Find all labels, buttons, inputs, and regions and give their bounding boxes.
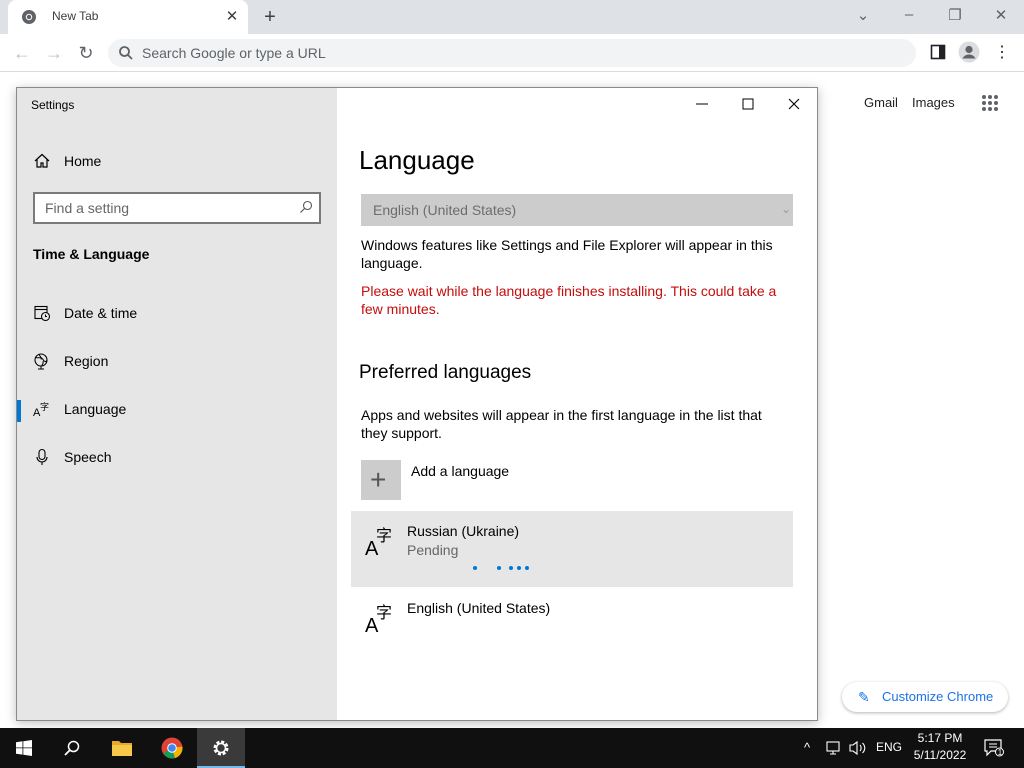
- tab-search-chevron-icon[interactable]: ⌄: [853, 6, 873, 24]
- sidebar-item-label: Home: [64, 153, 102, 169]
- images-link[interactable]: Images: [912, 95, 955, 110]
- language-icon: A 字: [365, 603, 392, 634]
- section-title: Time & Language: [33, 246, 150, 262]
- tab-strip: New Tab ✕ + ⌄ – ❐ ✕: [0, 0, 1024, 34]
- gear-icon: [213, 740, 229, 756]
- back-arrow-icon[interactable]: ←: [11, 42, 33, 64]
- windows-logo-icon: [16, 740, 32, 756]
- clock-time: 5:17 PM: [917, 731, 963, 745]
- installing-warning: Please wait while the language finishes …: [361, 283, 777, 317]
- restore-icon[interactable]: ❐: [945, 6, 965, 24]
- sidebar-item-label: Speech: [64, 449, 112, 465]
- language-item-russian[interactable]: A 字 Russian (Ukraine) Pending: [351, 511, 793, 587]
- progress-dot: [509, 566, 513, 570]
- customize-chrome-button[interactable]: ✎ Customize Chrome: [842, 682, 1008, 712]
- language-name: English (United States): [407, 600, 551, 616]
- tab-title: New Tab: [52, 9, 99, 23]
- notification-count: 1: [997, 748, 1003, 757]
- language-item-english[interactable]: A 字 English (United States): [351, 588, 793, 664]
- pencil-icon: ✎: [858, 689, 870, 705]
- search-button[interactable]: [48, 728, 96, 768]
- add-language-button[interactable]: + Add a language: [361, 460, 621, 500]
- sidebar-item-label: Date & time: [64, 305, 138, 321]
- chrome-taskbar-button[interactable]: [148, 728, 196, 768]
- maximize-icon[interactable]: [740, 96, 756, 112]
- tab-new-tab[interactable]: New Tab ✕: [8, 0, 248, 34]
- dropdown-value: English (United States): [373, 202, 517, 218]
- minimize-icon[interactable]: –: [899, 6, 919, 23]
- close-icon[interactable]: [786, 96, 802, 112]
- taskbar-clock[interactable]: 5:17 PM 5/11/2022: [912, 730, 968, 764]
- browser-toolbar: ← → ↻ Search Google or type a URL ⋮: [0, 34, 1024, 72]
- close-window-icon[interactable]: ✕: [991, 6, 1011, 24]
- folder-icon: [112, 741, 132, 756]
- svg-text:字: 字: [376, 526, 392, 545]
- sidebar-item-label: Language: [64, 401, 127, 417]
- sidebar-item-label: Region: [64, 353, 109, 369]
- language-icon: A 字: [365, 526, 392, 557]
- find-setting-input[interactable]: Find a setting: [33, 192, 321, 224]
- side-panel-icon[interactable]: [930, 44, 946, 60]
- sidebar-item-language[interactable]: A 字 Language: [17, 390, 337, 430]
- sidebar-item-speech[interactable]: Speech: [17, 438, 337, 478]
- clock-date: 5/11/2022: [913, 748, 967, 762]
- omnibox-placeholder: Search Google or type a URL: [142, 45, 326, 61]
- language-icon: A 字: [33, 401, 49, 418]
- input-language-indicator[interactable]: ENG: [876, 740, 902, 754]
- preferred-languages-description: Apps and websites will appear in the fir…: [361, 407, 762, 441]
- settings-content: Language English (United States) ⌄ Windo…: [337, 88, 817, 720]
- start-button[interactable]: [0, 728, 48, 768]
- omnibox[interactable]: Search Google or type a URL: [108, 39, 916, 67]
- sidebar-item-home[interactable]: Home: [17, 142, 337, 182]
- home-icon: [34, 153, 50, 168]
- sidebar-item-date-time[interactable]: Date & time: [17, 294, 337, 334]
- page-title: Language: [359, 145, 475, 175]
- file-explorer-button[interactable]: [98, 728, 146, 768]
- search-icon: [119, 46, 133, 60]
- chevron-up-icon[interactable]: ^: [804, 740, 810, 755]
- progress-dot: [525, 566, 529, 570]
- progress-dot: [497, 566, 501, 570]
- add-language-label: Add a language: [411, 463, 510, 479]
- network-icon[interactable]: [826, 740, 842, 756]
- calendar-clock-icon: [34, 305, 51, 322]
- minimize-icon[interactable]: [694, 96, 710, 112]
- language-status: Pending: [407, 542, 459, 558]
- search-icon: [64, 740, 80, 756]
- preferred-languages-heading: Preferred languages: [359, 362, 532, 383]
- search-placeholder: Find a setting: [45, 200, 130, 216]
- reload-icon[interactable]: ↻: [75, 42, 97, 64]
- settings-window: Settings Home Find a setting Time & Lang…: [16, 87, 818, 721]
- chevron-down-icon: ⌄: [780, 202, 791, 216]
- plus-icon[interactable]: +: [260, 6, 280, 29]
- globe-icon: [34, 353, 48, 370]
- profile-avatar-icon[interactable]: [958, 41, 980, 63]
- svg-text:字: 字: [376, 603, 392, 622]
- chrome-icon: [161, 737, 183, 759]
- add-icon-box: +: [361, 460, 401, 500]
- taskbar: ^ ENG 5:17 PM 5/11/2022 1: [0, 728, 1024, 768]
- settings-taskbar-button[interactable]: [197, 728, 245, 768]
- windows-display-language-dropdown[interactable]: English (United States) ⌄: [361, 194, 793, 226]
- sidebar-item-region[interactable]: Region: [17, 342, 337, 382]
- close-icon[interactable]: ✕: [224, 7, 240, 25]
- customize-chrome-label: Customize Chrome: [882, 689, 994, 704]
- volume-icon[interactable]: [849, 740, 867, 756]
- settings-sidebar: Settings Home Find a setting Time & Lang…: [17, 88, 337, 720]
- search-icon: [300, 200, 313, 213]
- svg-text:字: 字: [40, 401, 49, 413]
- plus-icon: +: [370, 464, 387, 495]
- window-title: Settings: [31, 98, 75, 112]
- apps-grid-icon[interactable]: [981, 94, 999, 112]
- microphone-icon: [36, 448, 48, 465]
- progress-dot: [517, 566, 521, 570]
- kebab-menu-icon[interactable]: ⋮: [991, 42, 1013, 64]
- language-name: Russian (Ukraine): [407, 523, 520, 539]
- display-language-description: Windows features like Settings and File …: [361, 237, 773, 271]
- chrome-favicon-icon: [22, 10, 36, 24]
- gmail-link[interactable]: Gmail: [864, 95, 898, 110]
- forward-arrow-icon[interactable]: →: [43, 42, 65, 64]
- progress-dot: [473, 566, 477, 570]
